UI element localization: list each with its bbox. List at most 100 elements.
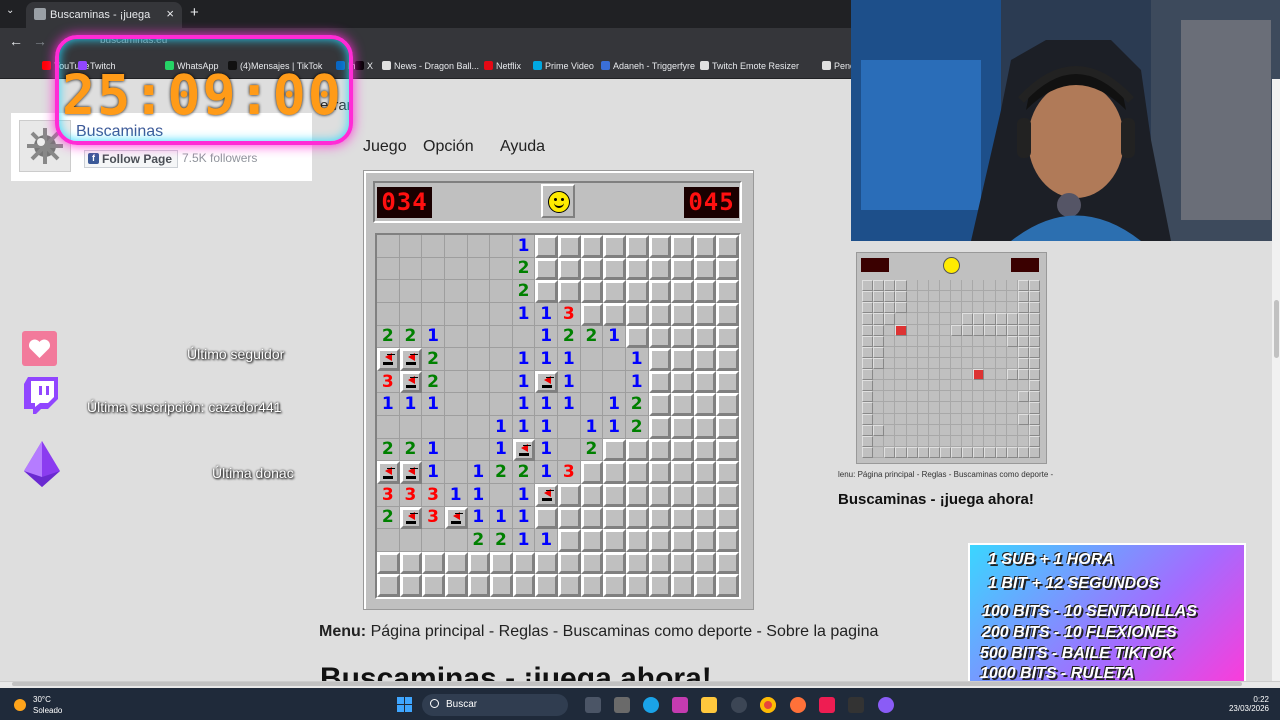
hidden-cell[interactable]: [558, 529, 581, 552]
hidden-cell[interactable]: [671, 325, 694, 349]
revealed-cell[interactable]: [399, 302, 423, 326]
revealed-cell[interactable]: 1: [603, 416, 626, 439]
flagged-cell[interactable]: [535, 483, 558, 507]
revealed-cell[interactable]: [377, 302, 400, 326]
hidden-cell[interactable]: [671, 393, 694, 416]
revealed-cell[interactable]: [490, 393, 513, 416]
revealed-cell[interactable]: 1: [512, 506, 536, 530]
bookmark-7[interactable]: Netflix: [484, 61, 521, 71]
hidden-cell[interactable]: [671, 506, 694, 530]
revealed-cell[interactable]: 1: [558, 348, 581, 371]
revealed-cell[interactable]: [512, 325, 536, 349]
hidden-cell[interactable]: [399, 574, 423, 597]
hidden-cell[interactable]: [490, 574, 513, 597]
hidden-cell[interactable]: [603, 506, 626, 530]
menu-ayuda[interactable]: Ayuda: [500, 138, 545, 156]
flagged-cell[interactable]: [399, 348, 423, 371]
hidden-cell[interactable]: [535, 506, 558, 530]
revealed-cell[interactable]: 1: [603, 325, 626, 349]
hidden-cell[interactable]: [580, 551, 604, 575]
revealed-cell[interactable]: [444, 280, 468, 303]
hidden-cell[interactable]: [716, 483, 739, 507]
hidden-cell[interactable]: [558, 235, 581, 258]
hidden-cell[interactable]: [693, 257, 717, 281]
follow-page-button[interactable]: f Follow Page: [84, 150, 179, 168]
hidden-cell[interactable]: [603, 302, 626, 326]
menu-opcion[interactable]: Opción: [423, 138, 474, 156]
hidden-cell[interactable]: [535, 280, 558, 303]
hidden-cell[interactable]: [671, 438, 694, 462]
chrome-icon[interactable]: [760, 697, 776, 713]
hidden-cell[interactable]: [580, 257, 604, 281]
hidden-cell[interactable]: [648, 461, 672, 484]
hidden-cell[interactable]: [467, 551, 491, 575]
hidden-cell[interactable]: [716, 348, 739, 371]
revealed-cell[interactable]: 1: [512, 348, 536, 371]
forward-button[interactable]: →: [33, 33, 47, 49]
hidden-cell[interactable]: [580, 302, 604, 326]
hidden-cell[interactable]: [558, 551, 581, 575]
revealed-cell[interactable]: 2: [377, 325, 400, 349]
revealed-cell[interactable]: [580, 370, 604, 394]
vertical-scrollbar[interactable]: [1272, 79, 1280, 681]
revealed-cell[interactable]: 3: [422, 506, 445, 530]
hidden-cell[interactable]: [716, 280, 739, 303]
hidden-cell[interactable]: [693, 438, 717, 462]
back-button[interactable]: ←: [9, 33, 23, 49]
hidden-cell[interactable]: [671, 551, 694, 575]
hidden-cell[interactable]: [625, 551, 649, 575]
hidden-cell[interactable]: [625, 574, 649, 597]
hidden-cell[interactable]: [671, 529, 694, 552]
settings-icon[interactable]: [731, 697, 747, 713]
revealed-cell[interactable]: [444, 257, 468, 281]
revealed-cell[interactable]: [490, 235, 513, 258]
horizontal-scroll-thumb[interactable]: [12, 682, 1242, 686]
hidden-cell[interactable]: [625, 280, 649, 303]
revealed-cell[interactable]: 2: [490, 461, 513, 484]
revealed-cell[interactable]: [490, 325, 513, 349]
hidden-cell[interactable]: [671, 370, 694, 394]
revealed-cell[interactable]: [580, 348, 604, 371]
hidden-cell[interactable]: [603, 257, 626, 281]
system-clock[interactable]: 0:22 23/03/2026: [1225, 695, 1269, 713]
menu-juego[interactable]: Juego: [363, 138, 407, 156]
revealed-cell[interactable]: [444, 302, 468, 326]
revealed-cell[interactable]: [444, 416, 468, 439]
revealed-cell[interactable]: [558, 438, 581, 462]
hidden-cell[interactable]: [603, 235, 626, 258]
revealed-cell[interactable]: [399, 235, 423, 258]
hidden-cell[interactable]: [693, 235, 717, 258]
hidden-cell[interactable]: [693, 393, 717, 416]
hidden-cell[interactable]: [512, 551, 536, 575]
bookmark-11[interactable]: Penc: [822, 61, 855, 71]
hidden-cell[interactable]: [716, 302, 739, 326]
hidden-cell[interactable]: [558, 483, 581, 507]
hidden-cell[interactable]: [625, 483, 649, 507]
footer-menu-links[interactable]: Página principal - Reglas - Buscaminas c…: [371, 623, 879, 640]
revealed-cell[interactable]: 2: [512, 461, 536, 484]
windows-start-icon[interactable]: [397, 697, 413, 713]
hidden-cell[interactable]: [648, 370, 672, 394]
hidden-cell[interactable]: [693, 461, 717, 484]
revealed-cell[interactable]: [399, 529, 423, 552]
hidden-cell[interactable]: [648, 483, 672, 507]
revealed-cell[interactable]: [467, 393, 491, 416]
hidden-cell[interactable]: [444, 574, 468, 597]
revealed-cell[interactable]: [422, 416, 445, 439]
revealed-cell[interactable]: 1: [580, 416, 604, 439]
revealed-cell[interactable]: 1: [422, 325, 445, 349]
revealed-cell[interactable]: [444, 348, 468, 371]
revealed-cell[interactable]: 1: [535, 325, 558, 349]
hidden-cell[interactable]: [648, 551, 672, 575]
hidden-cell[interactable]: [603, 551, 626, 575]
revealed-cell[interactable]: 2: [377, 438, 400, 462]
revealed-cell[interactable]: [422, 235, 445, 258]
revealed-cell[interactable]: [467, 302, 491, 326]
hidden-cell[interactable]: [399, 551, 423, 575]
revealed-cell[interactable]: 1: [535, 461, 558, 484]
hidden-cell[interactable]: [648, 302, 672, 326]
revealed-cell[interactable]: 1: [490, 506, 513, 530]
revealed-cell[interactable]: [444, 235, 468, 258]
revealed-cell[interactable]: [444, 325, 468, 349]
revealed-cell[interactable]: [490, 370, 513, 394]
